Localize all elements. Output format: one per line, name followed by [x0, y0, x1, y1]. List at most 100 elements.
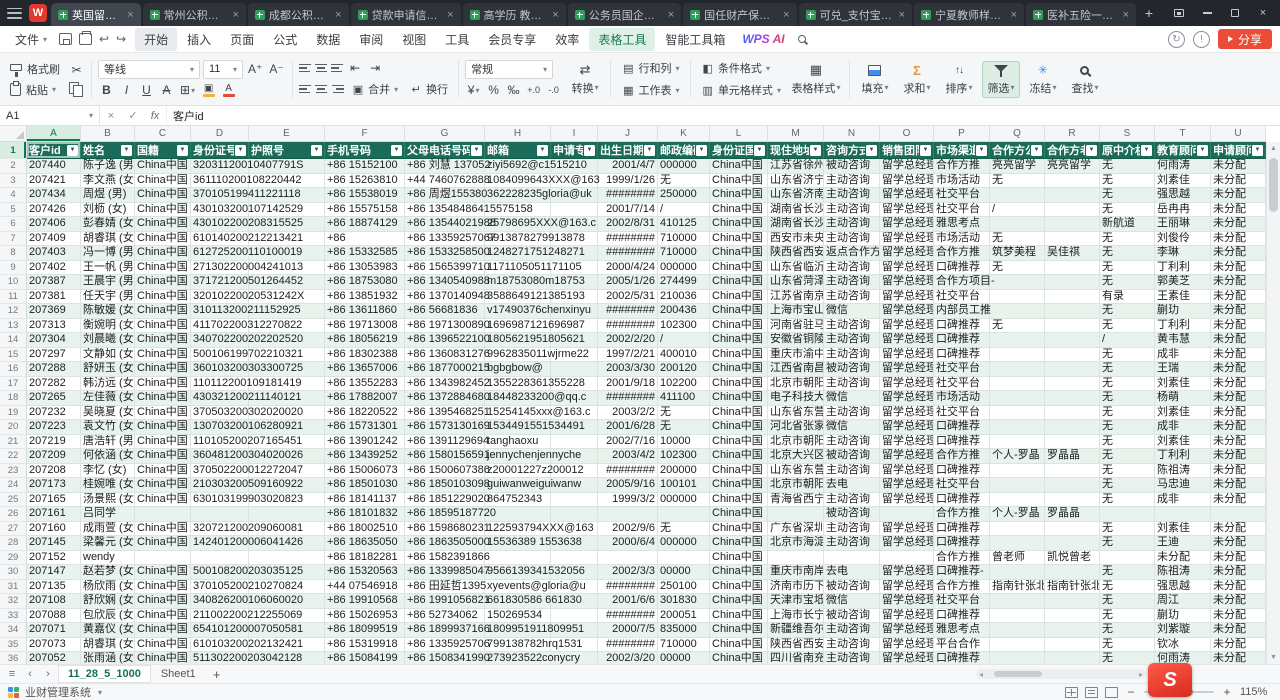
row-number[interactable]: 34 — [0, 623, 27, 638]
cell[interactable]: 430103200107142529 — [191, 203, 249, 218]
cell[interactable] — [1045, 188, 1100, 203]
cell[interactable]: 2002/8/31 — [598, 217, 658, 232]
cell[interactable]: 主动咨询 — [824, 652, 880, 664]
cell[interactable]: v17490376chenxinyu — [485, 304, 551, 319]
cell[interactable]: 合作方推 — [934, 580, 990, 595]
cell[interactable]: ######## — [598, 304, 658, 319]
cell[interactable] — [990, 406, 1045, 421]
cell[interactable]: 未分配 — [1155, 551, 1211, 566]
cell[interactable]: 何雨涛 — [1155, 159, 1211, 174]
cell[interactable]: 250000 — [658, 188, 710, 203]
cell[interactable]: +86 1533258500 — [405, 246, 485, 261]
cell[interactable] — [1045, 594, 1100, 609]
cell[interactable]: 强思越 — [1155, 188, 1211, 203]
cell[interactable]: 王晨宇 (男 — [81, 275, 135, 290]
row-number[interactable]: 22 — [0, 449, 27, 464]
cell[interactable]: 梁馨元 (女 — [81, 536, 135, 551]
close-tab-icon[interactable]: × — [127, 9, 133, 21]
cell[interactable]: 北京市海淀 — [768, 536, 824, 551]
filter-icon[interactable]: ▼ — [1197, 145, 1208, 156]
cell[interactable]: 370105200210270824 — [191, 580, 249, 595]
cell[interactable]: 山东省菏泽 — [768, 275, 824, 290]
cell[interactable]: 李文燕 (女 — [81, 174, 135, 189]
close-tab-icon[interactable]: × — [1011, 9, 1017, 21]
filter-icon[interactable]: ▼ — [537, 145, 548, 156]
cell[interactable]: +86 15152100 — [325, 159, 405, 174]
cell[interactable]: 口碑推荐 — [934, 420, 990, 435]
cell[interactable]: 合作方推 — [934, 246, 990, 261]
menu-item-11[interactable]: 智能工具箱 — [656, 28, 734, 51]
cell-style-button[interactable]: ▥单元格样式▾ — [697, 81, 785, 100]
cell[interactable]: 无 — [1100, 594, 1155, 609]
cell[interactable]: 1805621951805621 — [485, 333, 551, 348]
cell[interactable]: 430102200208315525 — [191, 217, 249, 232]
cell[interactable]: 271302200004241013 — [191, 261, 249, 276]
cell[interactable]: 207209 — [27, 449, 81, 464]
cell[interactable]: 207145 — [27, 536, 81, 551]
cell[interactable]: +86 13851932 — [325, 290, 405, 305]
cell[interactable]: 无 — [1100, 478, 1155, 493]
align-middle-icon[interactable] — [315, 63, 328, 74]
cell[interactable] — [598, 507, 658, 522]
cell[interactable]: China中国 — [710, 435, 768, 450]
cell[interactable]: 661830586 661830 — [485, 594, 551, 609]
cell[interactable] — [485, 551, 551, 566]
cell[interactable]: 袁文竹 (女 — [81, 420, 135, 435]
cell[interactable]: 舒妍玉 (女 — [81, 362, 135, 377]
cell[interactable]: 合作方推 — [934, 551, 990, 566]
cut-icon[interactable]: ✂ — [68, 61, 85, 78]
normal-view-icon[interactable] — [1065, 687, 1078, 698]
column-letter-A[interactable]: A — [27, 126, 81, 141]
column-letter-L[interactable]: L — [710, 126, 768, 141]
close-tab-icon[interactable]: × — [1123, 9, 1129, 21]
cell[interactable]: China中国 — [710, 565, 768, 580]
column-letter-S[interactable]: S — [1100, 126, 1155, 141]
filter-icon[interactable]: ▼ — [1031, 145, 1042, 156]
select-all-corner[interactable] — [0, 126, 27, 141]
cell[interactable] — [990, 391, 1045, 406]
row-number[interactable]: 4 — [0, 188, 27, 203]
cell[interactable]: 社交平台 — [934, 406, 990, 421]
cell[interactable]: 207071 — [27, 623, 81, 638]
cell[interactable]: 舒欣娴 (女 — [81, 594, 135, 609]
cell[interactable] — [990, 304, 1045, 319]
cell[interactable]: 10000 — [658, 435, 710, 450]
row-number[interactable]: 3 — [0, 174, 27, 189]
header-cell[interactable]: 身份证号▼ — [191, 142, 249, 159]
cell[interactable]: +44 07546918 — [325, 580, 405, 595]
cell[interactable]: 410125 — [658, 217, 710, 232]
cell[interactable]: China中国 — [710, 333, 768, 348]
cell[interactable]: 陕西省西安 — [768, 638, 824, 653]
cell[interactable]: China中国 — [135, 246, 191, 261]
cell[interactable]: 无 — [658, 420, 710, 435]
cell[interactable]: 无 — [1100, 174, 1155, 189]
cell[interactable]: 钦冰 — [1155, 638, 1211, 653]
cell[interactable] — [990, 435, 1045, 450]
cell[interactable]: 110112200109181419 — [191, 377, 249, 392]
cell[interactable]: China中国 — [135, 217, 191, 232]
row-number[interactable]: 5 — [0, 203, 27, 218]
cell[interactable]: 合作方推 — [934, 449, 990, 464]
cell[interactable]: 207288 — [27, 362, 81, 377]
cell[interactable]: 400010 — [658, 348, 710, 363]
sync-status-icon[interactable]: ↻ — [1168, 31, 1185, 48]
cell[interactable]: 北京市朝阳 — [768, 435, 824, 450]
cell[interactable]: 河南省驻马 — [768, 319, 824, 334]
cell[interactable]: 汤景熙 (女 — [81, 493, 135, 508]
file-tab[interactable]: 英国留学生...× — [51, 3, 141, 26]
cell[interactable]: 未分配 — [1211, 333, 1266, 348]
cell[interactable]: guiwanweiguiwanw — [485, 478, 551, 493]
bold-icon[interactable]: B — [98, 82, 115, 99]
cell[interactable]: +86 周煜155380 — [405, 188, 485, 203]
cell[interactable]: 25798695XXX@163.c — [485, 217, 551, 232]
cell[interactable]: China中国 — [135, 275, 191, 290]
merge-cells-button[interactable]: ▣合并▾ — [347, 80, 402, 99]
cell[interactable]: 207108 — [27, 594, 81, 609]
cell[interactable]: 710000 — [658, 232, 710, 247]
scrollbar-thumb[interactable] — [1269, 158, 1278, 212]
cell[interactable]: China中国 — [135, 493, 191, 508]
cell[interactable] — [249, 551, 325, 566]
cell[interactable]: 207409 — [27, 232, 81, 247]
minimize-icon[interactable] — [1194, 3, 1220, 23]
cell[interactable]: ######## — [598, 464, 658, 479]
